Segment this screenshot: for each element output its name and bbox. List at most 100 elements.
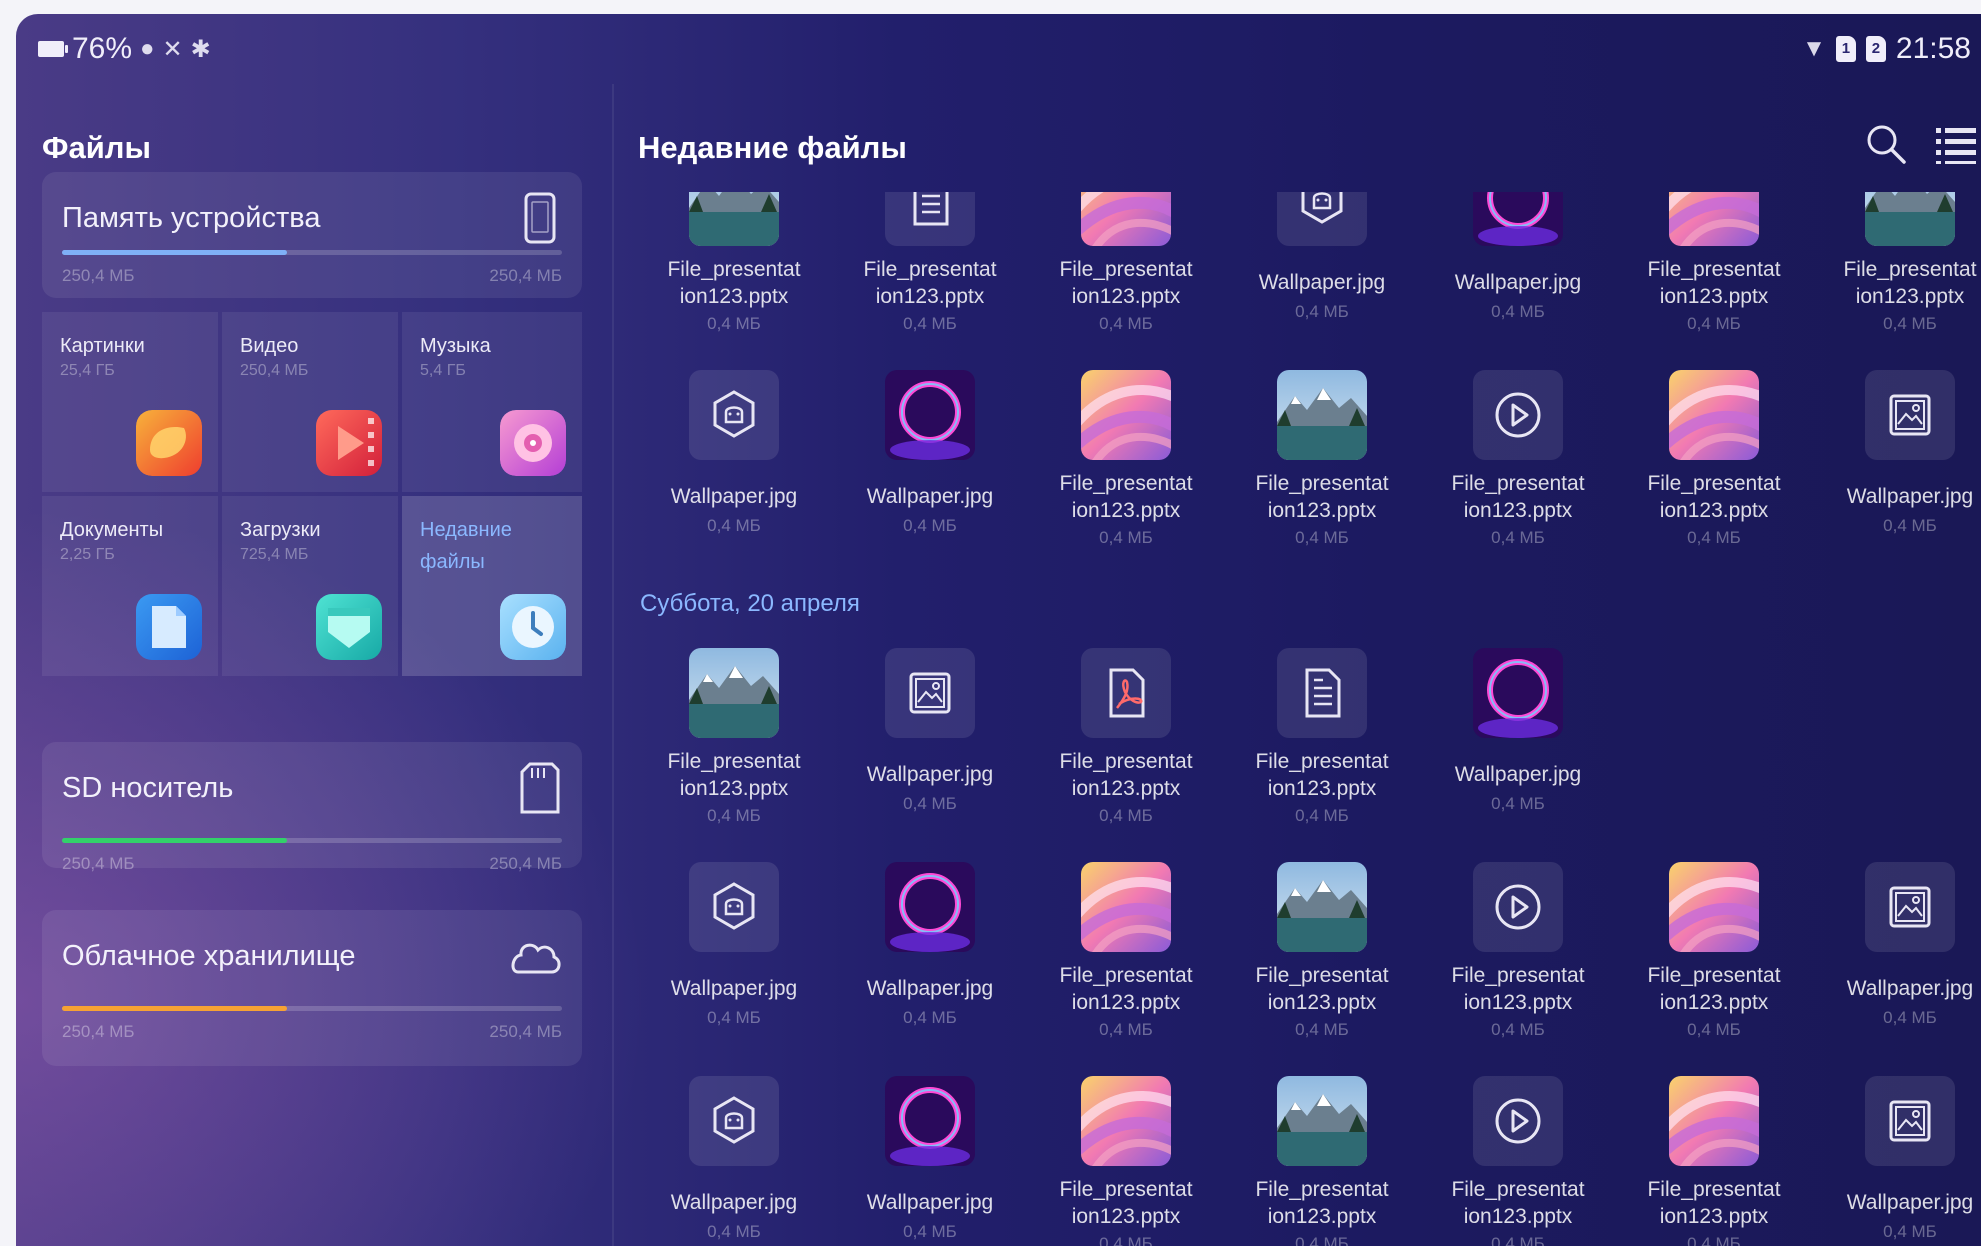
recent-icon: [500, 594, 566, 660]
music-icon: [500, 410, 566, 476]
file-size: 0,4 МБ: [1491, 794, 1545, 813]
file-item[interactable]: Wallpaper.jpg 0,4 МБ: [832, 370, 1028, 570]
file-item[interactable]: File_presentat ion123.pptx 0,4 МБ: [636, 648, 832, 848]
category-name: Музыка: [420, 335, 491, 357]
category-size: 2,25 ГБ: [60, 546, 115, 563]
file-size: 0,4 МБ: [1687, 1020, 1741, 1039]
file-thumbnail-swirl: [1669, 862, 1759, 952]
file-item[interactable]: Wallpaper.jpg 0,4 МБ: [832, 862, 1028, 1062]
clock: 21:58: [1895, 32, 1971, 65]
file-size: 0,4 МБ: [1687, 314, 1741, 333]
device-storage-fill: [62, 250, 287, 255]
pictures-icon: [136, 410, 202, 476]
device-storage-foot: 250,4 МБ 250,4 МБ: [62, 266, 562, 286]
file-size: 0,4 МБ: [903, 1222, 957, 1241]
file-thumbnail-mountains: [689, 192, 779, 246]
list-view-icon[interactable]: [1932, 122, 1980, 166]
file-size: 0,4 МБ: [1295, 528, 1349, 547]
file-item[interactable]: Wallpaper.jpg 0,4 МБ: [636, 370, 832, 570]
file-item[interactable]: File_presentat ion123.pptx 0,4 МБ: [1028, 862, 1224, 1062]
category-pictures[interactable]: Картинки 25,4 ГБ: [42, 312, 218, 492]
category-downloads[interactable]: Загрузки 725,4 МБ: [222, 496, 398, 676]
status-left: 76% ● ✕ ✱: [38, 32, 211, 66]
file-size: 0,4 МБ: [903, 794, 957, 813]
file-item[interactable]: Wallpaper.jpg 0,4 МБ: [1812, 862, 1981, 1062]
file-size: 0,4 МБ: [1883, 314, 1937, 333]
file-item[interactable]: Wallpaper.jpg 0,4 МБ: [1420, 648, 1616, 848]
file-item[interactable]: Wallpaper.jpg 0,4 МБ: [1420, 192, 1616, 356]
file-item[interactable]: File_presentat ion123.pptx 0,4 МБ: [1028, 192, 1224, 356]
file-name: Wallpaper.jpg: [866, 485, 994, 508]
device-storage-bar: [62, 250, 562, 255]
file-thumbnail-mountains: [689, 648, 779, 738]
file-item[interactable]: File_presentat ion123.pptx 0,4 МБ: [1224, 370, 1420, 570]
file-thumbnail-image: [1865, 862, 1955, 952]
file-thumbnail-swirl: [1081, 862, 1171, 952]
category-name: Документы: [60, 519, 164, 541]
file-item[interactable]: File_presentat ion123.pptx 0,4 МБ: [1616, 862, 1812, 1062]
category-documents[interactable]: Документы 2,25 ГБ: [42, 496, 218, 676]
cloud-storage-card[interactable]: Облачное хранилище 250,4 МБ 250,4 МБ: [42, 910, 582, 1066]
file-thumbnail-mountains: [1865, 192, 1955, 246]
file-item[interactable]: File_presentat ion123.pptx 0,4 МБ: [1224, 1076, 1420, 1246]
category-size: 250,4 МБ: [240, 362, 309, 379]
file-item[interactable]: File_presentat ion123.pptx 0,4 МБ: [1616, 370, 1812, 570]
wifi-icon: ▼: [1802, 35, 1826, 62]
file-item[interactable]: File_presentat ion123.pptx 0,4 МБ: [1812, 192, 1981, 356]
device-storage-label: Память устройства: [62, 202, 321, 234]
file-item[interactable]: File_presentat ion123.pptx 0,4 МБ: [832, 192, 1028, 356]
file-size: 0,4 МБ: [903, 314, 957, 333]
file-thumbnail-pdf: [1081, 648, 1171, 738]
file-item[interactable]: File_presentat ion123.pptx 0,4 МБ: [1616, 1076, 1812, 1246]
device-storage-used: 250,4 МБ: [62, 266, 135, 285]
file-thumbnail-neon: [1473, 648, 1563, 738]
file-size: 0,4 МБ: [1295, 1234, 1349, 1246]
file-item[interactable]: File_presentat ion123.pptx 0,4 МБ: [1420, 1076, 1616, 1246]
file-item[interactable]: Wallpaper.jpg 0,4 МБ: [636, 1076, 832, 1246]
chat-icon: ●: [140, 35, 155, 62]
sd-card-bar: [62, 838, 562, 843]
file-name: File_presentat ion123.pptx: [1451, 964, 1585, 1014]
file-name: Wallpaper.jpg: [1846, 1191, 1974, 1214]
category-video[interactable]: Видео 250,4 МБ: [222, 312, 398, 492]
file-item[interactable]: File_presentat ion123.pptx 0,4 МБ: [1028, 648, 1224, 848]
sd-card-icon: [520, 762, 560, 814]
file-thumbnail-swirl: [1669, 370, 1759, 460]
cloud-storage-fill: [62, 1006, 287, 1011]
file-name: File_presentat ion123.pptx: [1647, 964, 1781, 1014]
category-music[interactable]: Музыка 5,4 ГБ: [402, 312, 582, 492]
file-item[interactable]: File_presentat ion123.pptx 0,4 МБ: [1028, 370, 1224, 570]
file-item[interactable]: Wallpaper.jpg 0,4 МБ: [832, 648, 1028, 848]
file-name: Wallpaper.jpg: [670, 485, 798, 508]
sd-card-fill: [62, 838, 287, 843]
category-recent[interactable]: Недавние файлы: [402, 496, 582, 676]
file-thumbnail-image: [1865, 1076, 1955, 1166]
category-name: Недавние файлы: [420, 519, 512, 573]
file-name: File_presentat ion123.pptx: [1059, 964, 1193, 1014]
file-item[interactable]: File_presentat ion123.pptx 0,4 МБ: [1616, 192, 1812, 356]
file-size: 0,4 МБ: [1883, 1222, 1937, 1241]
file-item[interactable]: Wallpaper.jpg 0,4 МБ: [1812, 370, 1981, 570]
device-storage-card[interactable]: Память устройства 250,4 МБ 250,4 МБ: [42, 172, 582, 298]
cloud-storage-total: 250,4 МБ: [489, 1022, 562, 1041]
file-name: File_presentat ion123.pptx: [1059, 258, 1193, 308]
file-item[interactable]: File_presentat ion123.pptx 0,4 МБ: [636, 192, 832, 356]
file-item[interactable]: File_presentat ion123.pptx 0,4 МБ: [1420, 370, 1616, 570]
search-icon[interactable]: [1862, 120, 1910, 168]
file-thumbnail-neon: [885, 862, 975, 952]
file-item[interactable]: Wallpaper.jpg 0,4 МБ: [832, 1076, 1028, 1246]
file-size: 0,4 МБ: [1883, 1008, 1937, 1027]
sim2-icon: 2: [1865, 36, 1886, 62]
file-name: Wallpaper.jpg: [1846, 977, 1974, 1000]
file-thumbnail-android: [1277, 192, 1367, 246]
file-item[interactable]: Wallpaper.jpg 0,4 МБ: [1812, 1076, 1981, 1246]
sd-card-storage[interactable]: SD носитель 250,4 МБ 250,4 МБ: [42, 742, 582, 873]
file-item[interactable]: File_presentat ion123.pptx 0,4 МБ: [1224, 648, 1420, 848]
file-item[interactable]: Wallpaper.jpg 0,4 МБ: [1224, 192, 1420, 356]
category-size: 725,4 МБ: [240, 546, 309, 563]
file-item[interactable]: Wallpaper.jpg 0,4 МБ: [636, 862, 832, 1062]
cloud-storage-used: 250,4 МБ: [62, 1022, 135, 1041]
file-item[interactable]: File_presentat ion123.pptx 0,4 МБ: [1028, 1076, 1224, 1246]
file-item[interactable]: File_presentat ion123.pptx 0,4 МБ: [1420, 862, 1616, 1062]
file-item[interactable]: File_presentat ion123.pptx 0,4 МБ: [1224, 862, 1420, 1062]
